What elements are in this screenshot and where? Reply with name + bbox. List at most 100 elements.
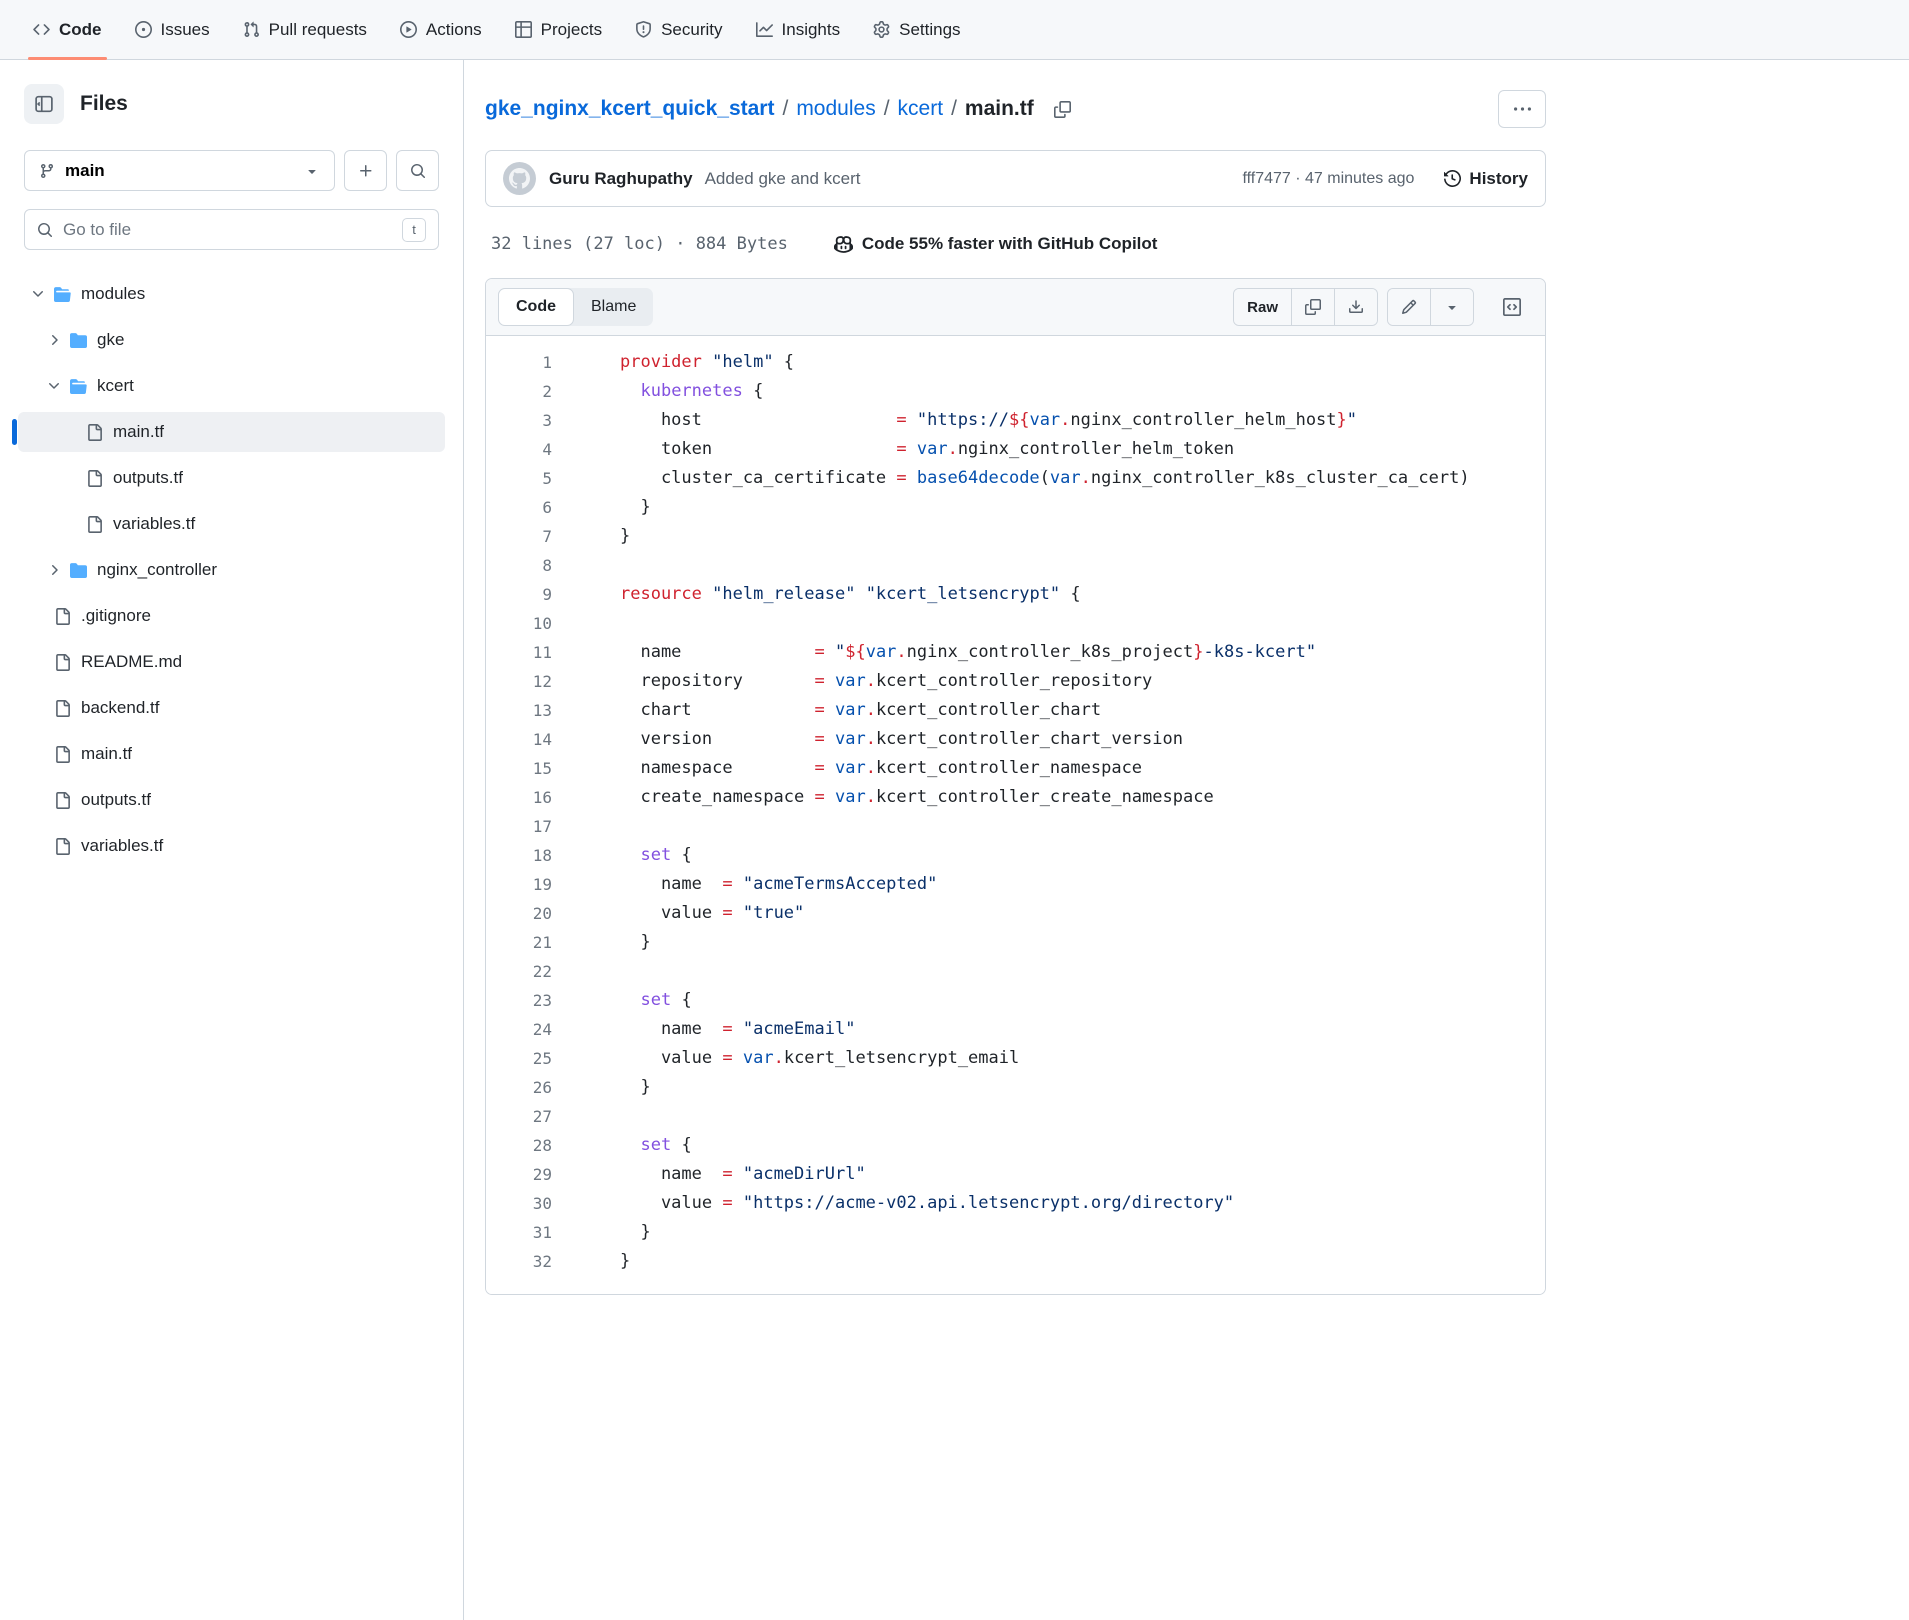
line-number[interactable]: 20	[486, 899, 566, 928]
line-number[interactable]: 6	[486, 493, 566, 522]
tab-code[interactable]: Code	[22, 0, 113, 60]
breadcrumb-modules-link[interactable]: modules	[796, 97, 875, 121]
copilot-banner[interactable]: Code 55% faster with GitHub Copilot	[834, 234, 1158, 254]
tab-issues[interactable]: Issues	[124, 0, 221, 60]
breadcrumb-kcert-link[interactable]: kcert	[898, 97, 944, 121]
code-lines: 1provider "helm" {2 kubernetes {3 host =…	[486, 348, 1545, 1276]
line-number[interactable]: 5	[486, 464, 566, 493]
line-number[interactable]: 28	[486, 1131, 566, 1160]
line-number[interactable]: 10	[486, 609, 566, 638]
tree-item-kcert[interactable]: kcert	[18, 366, 445, 406]
tree-item-main-tf[interactable]: main.tf	[18, 412, 445, 452]
search-this-repo-button[interactable]	[396, 150, 439, 191]
search-icon	[37, 222, 53, 238]
line-content: set {	[566, 1131, 1545, 1160]
breadcrumb-repo-link[interactable]: gke_nginx_kcert_quick_start	[485, 97, 774, 121]
tree-item-main-tf[interactable]: main.tf	[18, 734, 445, 774]
copy-file-button[interactable]	[1291, 289, 1334, 325]
edit-file-button[interactable]	[1388, 289, 1430, 325]
line-content: }	[566, 1073, 1545, 1102]
line-content	[566, 957, 1545, 986]
tree-item-nginx-controller[interactable]: nginx_controller	[18, 550, 445, 590]
tab-insights[interactable]: Insights	[745, 0, 852, 60]
code-line: 13 chart = var.kcert_controller_chart	[486, 696, 1545, 725]
line-number[interactable]: 19	[486, 870, 566, 899]
line-number[interactable]: 18	[486, 841, 566, 870]
raw-button[interactable]: Raw	[1234, 289, 1291, 325]
symbols-panel-button[interactable]	[1491, 289, 1533, 325]
line-number[interactable]: 12	[486, 667, 566, 696]
commit-message[interactable]: Added gke and kcert	[705, 169, 861, 189]
line-number[interactable]: 13	[486, 696, 566, 725]
line-number[interactable]: 29	[486, 1160, 566, 1189]
line-number[interactable]: 21	[486, 928, 566, 957]
avatar[interactable]	[503, 162, 536, 195]
line-number[interactable]: 32	[486, 1247, 566, 1276]
line-number[interactable]: 16	[486, 783, 566, 812]
line-number[interactable]: 23	[486, 986, 566, 1015]
line-number[interactable]: 17	[486, 812, 566, 841]
tab-issues-label: Issues	[161, 20, 210, 40]
line-number[interactable]: 8	[486, 551, 566, 580]
line-number[interactable]: 1	[486, 348, 566, 377]
tree-item-gke[interactable]: gke	[18, 320, 445, 360]
line-number[interactable]: 30	[486, 1189, 566, 1218]
line-content: name = "acmeEmail"	[566, 1015, 1545, 1044]
line-number[interactable]: 25	[486, 1044, 566, 1073]
go-to-file-input[interactable]	[63, 220, 392, 240]
line-content: value = "true"	[566, 899, 1545, 928]
line-number[interactable]: 27	[486, 1102, 566, 1131]
raw-copy-download-group: Raw	[1233, 288, 1378, 326]
line-number[interactable]: 31	[486, 1218, 566, 1247]
tree-item-label: main.tf	[113, 422, 164, 442]
line-number[interactable]: 14	[486, 725, 566, 754]
commit-author[interactable]: Guru Raghupathy	[549, 169, 693, 189]
tab-pull-requests[interactable]: Pull requests	[232, 0, 378, 60]
commit-sha-and-time[interactable]: fff7477 · 47 minutes ago	[1242, 170, 1414, 188]
line-number[interactable]: 7	[486, 522, 566, 551]
copy-path-button[interactable]	[1054, 101, 1071, 118]
folder-icon	[70, 332, 87, 349]
new-file-button[interactable]	[344, 150, 387, 191]
graph-icon	[756, 21, 773, 38]
branch-selector[interactable]: main	[24, 150, 335, 191]
line-content: resource "helm_release" "kcert_letsencry…	[566, 580, 1545, 609]
edit-group	[1387, 288, 1474, 326]
go-to-file-box[interactable]: t	[24, 209, 439, 250]
history-button[interactable]: History	[1444, 169, 1528, 189]
tree-item-backend-tf[interactable]: backend.tf	[18, 688, 445, 728]
download-raw-button[interactable]	[1334, 289, 1377, 325]
tab-settings[interactable]: Settings	[862, 0, 971, 60]
tree-item-label: .gitignore	[81, 606, 151, 626]
code-line: 3 host = "https://${var.nginx_controller…	[486, 406, 1545, 435]
code-line: 27	[486, 1102, 1545, 1131]
line-number[interactable]: 2	[486, 377, 566, 406]
line-number[interactable]: 22	[486, 957, 566, 986]
table-icon	[515, 21, 532, 38]
tree-item-outputs-tf[interactable]: outputs.tf	[18, 458, 445, 498]
tree-item-readme-md[interactable]: README.md	[18, 642, 445, 682]
tree-item-modules[interactable]: modules	[18, 274, 445, 314]
code-line: 18 set {	[486, 841, 1545, 870]
tab-actions[interactable]: Actions	[389, 0, 493, 60]
tab-code-view[interactable]: Code	[498, 288, 574, 326]
tab-blame-view[interactable]: Blame	[574, 288, 653, 326]
tree-item-gitignore[interactable]: .gitignore	[18, 596, 445, 636]
tree-item-variables-tf[interactable]: variables.tf	[18, 826, 445, 866]
tab-projects[interactable]: Projects	[504, 0, 613, 60]
line-number[interactable]: 3	[486, 406, 566, 435]
line-number[interactable]: 4	[486, 435, 566, 464]
line-number[interactable]: 15	[486, 754, 566, 783]
edit-dropdown-button[interactable]	[1430, 289, 1473, 325]
tree-item-variables-tf[interactable]: variables.tf	[18, 504, 445, 544]
line-number[interactable]: 9	[486, 580, 566, 609]
line-content	[566, 1102, 1545, 1131]
line-number[interactable]: 24	[486, 1015, 566, 1044]
file-options-button[interactable]	[1498, 90, 1546, 128]
tree-item-outputs-tf[interactable]: outputs.tf	[18, 780, 445, 820]
tab-security[interactable]: Security	[624, 0, 733, 60]
line-number[interactable]: 26	[486, 1073, 566, 1102]
line-number[interactable]: 11	[486, 638, 566, 667]
code-line: 26 }	[486, 1073, 1545, 1102]
collapse-sidebar-button[interactable]	[24, 84, 64, 124]
